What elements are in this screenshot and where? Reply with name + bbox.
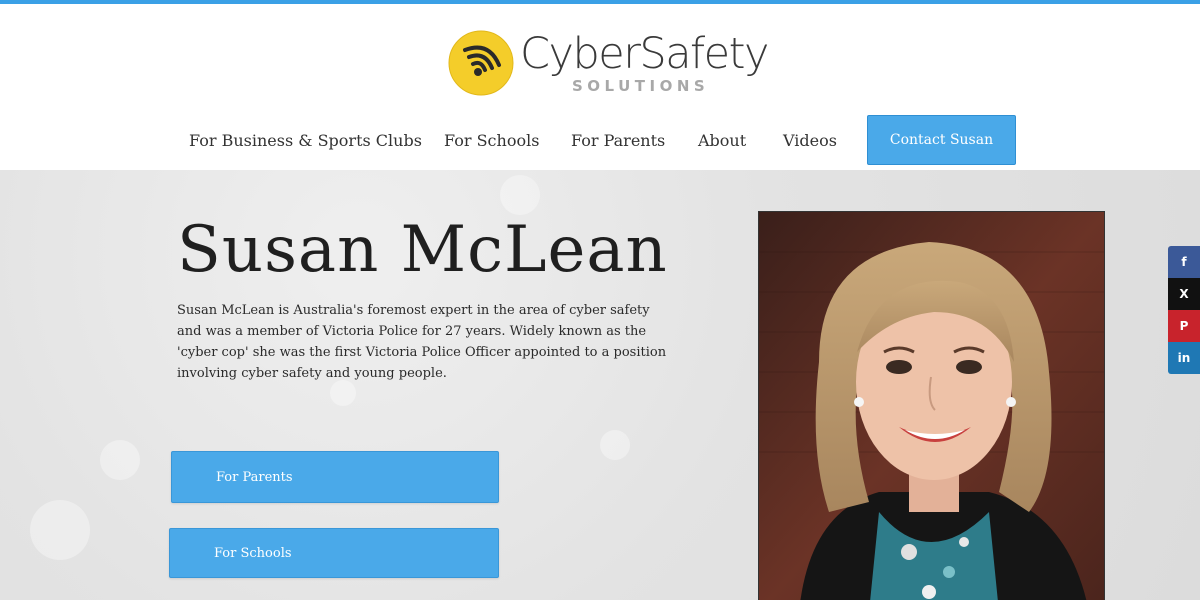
linkedin-icon[interactable]: in bbox=[1168, 342, 1200, 374]
pinterest-icon[interactable]: P bbox=[1168, 310, 1200, 342]
bokeh-decoration bbox=[30, 500, 90, 560]
social-share-bar: f X P in bbox=[1168, 246, 1200, 374]
bokeh-decoration bbox=[600, 430, 630, 460]
x-icon[interactable]: X bbox=[1168, 278, 1200, 310]
for-schools-button[interactable]: For Schools bbox=[169, 528, 499, 578]
bokeh-decoration bbox=[500, 175, 540, 215]
nav-item-business-sports-clubs[interactable]: For Business & Sports Clubs bbox=[189, 131, 422, 151]
nav-item-parents[interactable]: For Parents bbox=[571, 131, 665, 151]
site-header: CyberSafety SOLUTIONS For Business & Spo… bbox=[0, 4, 1200, 170]
facebook-icon[interactable]: f bbox=[1168, 246, 1200, 278]
nav-item-about[interactable]: About bbox=[698, 131, 746, 151]
for-parents-button[interactable]: For Parents bbox=[171, 451, 499, 503]
logo-mark-icon bbox=[448, 30, 514, 96]
nav-item-videos[interactable]: Videos bbox=[783, 131, 837, 151]
bokeh-decoration bbox=[100, 440, 140, 480]
portrait-illustration bbox=[759, 212, 1104, 600]
nav-item-schools[interactable]: For Schools bbox=[444, 131, 539, 151]
hero-description: Susan McLean is Australia's foremost exp… bbox=[177, 303, 667, 381]
contact-susan-button[interactable]: Contact Susan bbox=[867, 115, 1016, 165]
logo-wordmark: CyberSafety bbox=[520, 29, 769, 79]
logo-tagline: SOLUTIONS bbox=[572, 77, 710, 95]
hero-section: Susan McLean Susan McLean is Australia's… bbox=[0, 170, 1200, 600]
susan-portrait-photo bbox=[758, 211, 1105, 600]
site-logo[interactable]: CyberSafety SOLUTIONS bbox=[448, 28, 769, 100]
main-nav: For Business & Sports Clubs For Schools … bbox=[0, 114, 1200, 170]
hero-title: Susan McLean bbox=[177, 213, 668, 287]
